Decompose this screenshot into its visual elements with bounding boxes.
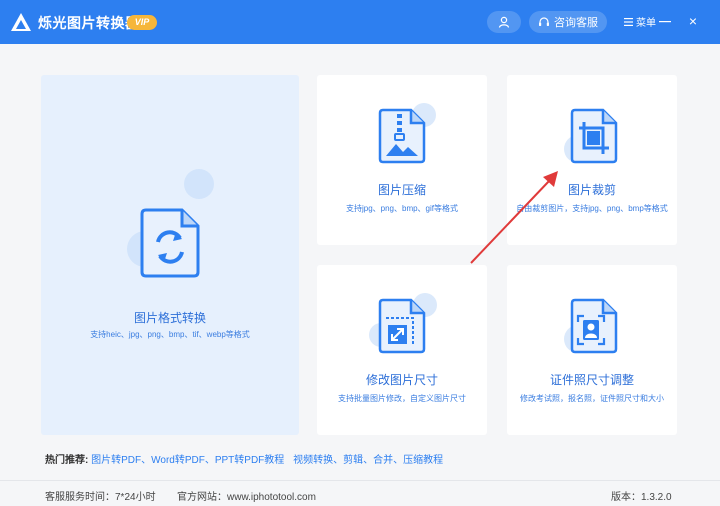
format-convert-title: 图片格式转换 xyxy=(133,311,206,325)
hot-link-video[interactable]: 视频转换、剪辑、合并、压缩教程 xyxy=(293,455,443,466)
hot-link-pdf[interactable]: 图片转PDF、Word转PDF、PPT转PDF教程 xyxy=(91,455,284,466)
resize-desc: 支持批量图片修改，自定义图片尺寸 xyxy=(338,394,466,403)
format-convert-card[interactable]: 图片格式转换 支持heic、jpg、png、bmp、tif、webp等格式 xyxy=(41,75,299,435)
version-text: 版本：1.3.2.0 xyxy=(611,492,672,503)
website-link[interactable]: 官方网站：www.iphototool.com xyxy=(177,488,316,503)
footer: 客服服务时间：7*24小时 官方网站：www.iphototool.com 版本… xyxy=(0,480,720,506)
compress-card[interactable]: 图片压缩 支持jpg、png、bmp、gif等格式 xyxy=(317,75,487,245)
compress-desc: 支持jpg、png、bmp、gif等格式 xyxy=(345,204,459,213)
menu-button[interactable]: 菜单 xyxy=(624,14,656,29)
zip-image-icon xyxy=(378,108,426,164)
customer-service-button[interactable]: 咨询客服 xyxy=(529,11,607,33)
id-photo-icon xyxy=(570,298,618,354)
menu-label: 菜单 xyxy=(636,18,656,29)
resize-title: 修改图片尺寸 xyxy=(365,373,438,387)
annotation-arrow-icon xyxy=(470,171,558,264)
id-photo-title: 证件照尺寸调整 xyxy=(549,373,634,387)
crop-icon xyxy=(570,108,618,164)
decor-circle xyxy=(184,169,214,199)
app-title: 烁光图片转换器 xyxy=(38,15,140,31)
compress-title: 图片压缩 xyxy=(377,183,426,197)
vip-badge[interactable]: VIP xyxy=(127,15,157,30)
resize-card[interactable]: 修改图片尺寸 支持批量图片修改，自定义图片尺寸 xyxy=(317,265,487,435)
close-button[interactable]: × xyxy=(684,12,702,30)
main-area: 图片格式转换 支持heic、jpg、png、bmp、tif、webp等格式 图片… xyxy=(0,44,720,480)
user-account-button[interactable] xyxy=(487,11,521,33)
user-icon xyxy=(498,16,510,28)
service-time: 客服服务时间：7*24小时 xyxy=(45,492,156,503)
id-photo-card[interactable]: 证件照尺寸调整 修改考试照，报名照，证件照尺寸和大小 xyxy=(507,265,677,435)
hot-label: 热门推荐: xyxy=(45,455,89,466)
minimize-icon[interactable] xyxy=(658,12,672,30)
hot-recommendations: 热门推荐: 图片转PDF、Word转PDF、PPT转PDF教程 视频转换、剪辑、… xyxy=(45,451,443,466)
id-photo-desc: 修改考试照，报名照，证件照尺寸和大小 xyxy=(520,394,664,403)
title-bar: 烁光图片转换器 VIP 咨询客服 菜单 × xyxy=(0,0,720,44)
customer-service-label: 咨询客服 xyxy=(554,17,598,29)
resize-icon xyxy=(378,298,426,354)
hamburger-icon xyxy=(624,17,633,26)
app-logo-icon xyxy=(11,13,31,31)
format-convert-desc: 支持heic、jpg、png、bmp、tif、webp等格式 xyxy=(90,330,250,339)
convert-file-icon xyxy=(140,208,200,278)
headset-icon xyxy=(539,17,549,26)
